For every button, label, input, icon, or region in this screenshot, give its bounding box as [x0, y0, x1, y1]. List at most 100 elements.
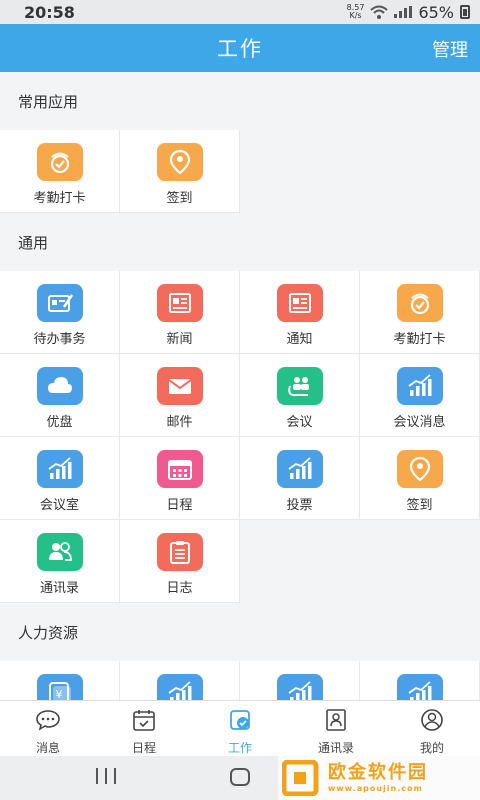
chart-icon	[276, 674, 323, 700]
network-speed: 8.57 K/s	[347, 4, 365, 20]
app-tile[interactable]: 考勤打卡	[0, 130, 120, 213]
app-grid: 考勤打卡 签到	[0, 130, 480, 213]
app-tile[interactable]: 会议消息	[360, 354, 480, 437]
app-tile-label: 邮件	[166, 415, 193, 430]
app-tile[interactable]: 通知	[240, 271, 360, 354]
app-tile[interactable]: 会议室	[0, 437, 120, 520]
address-book-icon	[323, 708, 349, 736]
bottom-nav: 消息 日程 工作 通讯录 我的	[0, 700, 480, 756]
app-tile-label: 考勤打卡	[33, 191, 86, 206]
app-tile[interactable]: 会议	[240, 354, 360, 437]
app-tile[interactable]: 优盘	[0, 354, 120, 437]
network-speed-unit: K/s	[349, 11, 362, 20]
app-tile-label: 考勤打卡	[393, 332, 446, 347]
app-tile-label: 新闻	[166, 332, 193, 347]
work-content[interactable]: 常用应用 考勤打卡 签到 通用 待办事务 新闻 通知 考勤打卡 优盘 邮件 会议 会议消息 会议室 日程投…	[0, 72, 480, 700]
cloud-icon	[36, 367, 83, 405]
nav-label: 消息	[35, 741, 60, 755]
app-header: 工作 管理	[0, 24, 480, 72]
app-tile[interactable]: 日志	[120, 520, 240, 603]
status-bar: 20:58 8.57 K/s 65%	[0, 0, 480, 24]
app-tile-label: 签到	[166, 191, 193, 206]
work-icon	[227, 708, 253, 736]
app-grid: ¥	[0, 661, 480, 700]
app-tile[interactable]: 考勤打卡	[360, 271, 480, 354]
app-tile-label: 签到	[406, 498, 433, 513]
newspaper-icon	[156, 284, 203, 322]
salary-icon: ¥	[36, 674, 83, 700]
app-tile[interactable]: 日程	[120, 437, 240, 520]
page-title: 工作	[217, 37, 263, 61]
contacts-icon	[36, 533, 83, 571]
app-tile[interactable]: 投票	[240, 437, 360, 520]
app-tile[interactable]: 邮件	[120, 354, 240, 437]
app-tile-label: 待办事务	[33, 332, 86, 347]
meeting-icon	[276, 367, 323, 405]
mail-icon	[156, 367, 203, 405]
calendar-icon	[131, 708, 157, 736]
app-tile[interactable]: 新闻	[120, 271, 240, 354]
app-tile-label: 投票	[286, 498, 313, 513]
empty-cell	[360, 520, 480, 603]
app-grid: 待办事务 新闻 通知 考勤打卡优盘 邮件 会议 会议消息会议室 日程 投票 签到通讯录 日志	[0, 271, 480, 603]
app-tile-label: 通讯录	[39, 581, 79, 596]
app-tile[interactable]: ¥	[0, 661, 120, 700]
app-tile[interactable]: 签到	[120, 130, 240, 213]
calendar-icon	[156, 450, 203, 488]
empty-cell	[360, 130, 480, 213]
app-tile[interactable]: 通讯录	[0, 520, 120, 603]
nav-label: 我的	[419, 741, 444, 755]
nav-item-2[interactable]: 工作	[192, 701, 288, 756]
location-pin-icon	[396, 450, 443, 488]
empty-cell	[240, 130, 360, 213]
watermark-url: www.apoujin.com	[328, 784, 423, 793]
app-tile[interactable]	[360, 661, 480, 700]
nav-label: 日程	[131, 741, 156, 755]
chat-bubble-icon	[35, 708, 61, 736]
chart-icon	[156, 674, 203, 700]
status-icons: 8.57 K/s 65%	[347, 3, 470, 22]
nav-item-1[interactable]: 日程	[96, 701, 192, 756]
empty-cell	[240, 520, 360, 603]
app-tile-label: 日志	[166, 581, 193, 596]
nav-item-4[interactable]: 我的	[384, 701, 480, 756]
app-tile-label: 会议	[286, 415, 313, 430]
signal-icon	[394, 6, 413, 18]
app-tile-label: 优盘	[46, 415, 73, 430]
watermark-logo-icon	[282, 760, 319, 796]
battery-percent: 65%	[418, 2, 454, 22]
clipboard-icon	[156, 533, 203, 571]
status-time: 20:58	[24, 2, 75, 22]
battery-icon	[460, 5, 470, 19]
clock-check-icon	[396, 284, 443, 322]
chart-icon	[396, 367, 443, 405]
user-icon	[419, 708, 445, 736]
app-tile[interactable]	[120, 661, 240, 700]
nav-item-0[interactable]: 消息	[0, 701, 96, 756]
system-nav-bar: 欧金软件园 www.apoujin.com	[0, 756, 480, 800]
app-tile-label: 日程	[166, 498, 193, 513]
app-tile[interactable]: 签到	[360, 437, 480, 520]
chart-icon	[276, 450, 323, 488]
nav-label: 通讯录	[317, 741, 354, 755]
clock-check-icon	[36, 143, 83, 181]
wifi-icon	[370, 5, 389, 19]
location-pin-icon	[156, 143, 203, 181]
watermark-name: 欧金软件园	[328, 762, 428, 783]
section-title: 通用	[0, 213, 480, 271]
chart-icon	[36, 450, 83, 488]
recent-apps-button[interactable]	[96, 768, 116, 784]
section-title: 常用应用	[0, 72, 480, 130]
watermark: 欧金软件园 www.apoujin.com	[278, 756, 480, 800]
svg-text:¥: ¥	[55, 688, 62, 700]
app-tile[interactable]	[240, 661, 360, 700]
section-title: 人力资源	[0, 603, 480, 661]
home-button[interactable]	[230, 768, 250, 786]
chart-icon	[396, 674, 443, 700]
notice-icon	[276, 284, 323, 322]
manage-button[interactable]: 管理	[432, 36, 468, 62]
app-tile-label: 会议消息	[393, 415, 446, 430]
nav-item-3[interactable]: 通讯录	[288, 701, 384, 756]
todo-card-icon	[36, 284, 83, 322]
app-tile[interactable]: 待办事务	[0, 271, 120, 354]
